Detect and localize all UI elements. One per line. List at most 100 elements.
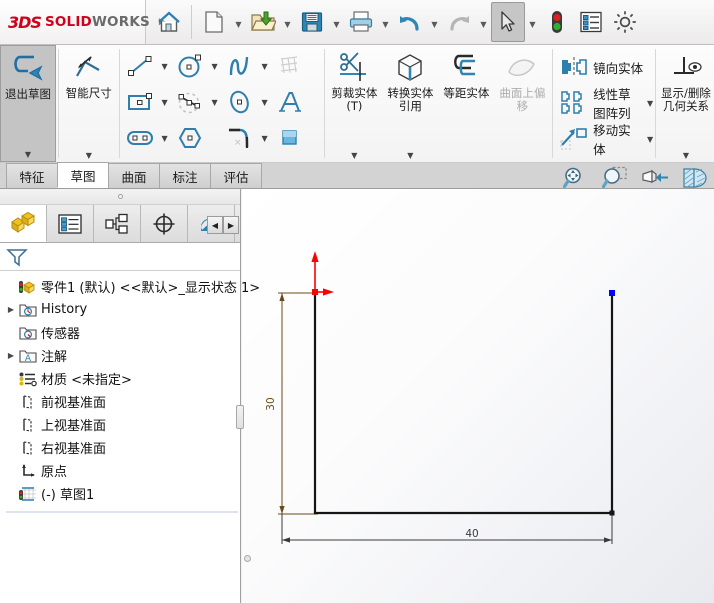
plane-button[interactable] — [272, 121, 308, 155]
panel-drag-handle[interactable] — [0, 189, 240, 205]
tree-expander[interactable]: ▶ — [4, 305, 18, 314]
slot-dropdown[interactable]: ▼ — [158, 134, 172, 143]
tree-item-sketch1[interactable]: (-) 草图1 — [4, 482, 240, 505]
print-dropdown[interactable]: ▼ — [378, 2, 393, 42]
entity-row — [272, 120, 322, 156]
select-dropdown[interactable]: ▼ — [525, 2, 540, 42]
slot-button[interactable] — [122, 121, 158, 155]
print-button[interactable] — [344, 2, 378, 42]
rectangle-button[interactable] — [122, 85, 158, 119]
manager-tab-next-button[interactable]: ▶ — [223, 216, 239, 234]
settings-gear-icon — [612, 9, 638, 35]
fillet-dropdown[interactable]: ▼ — [258, 134, 272, 143]
ellipse-button[interactable] — [222, 85, 258, 119]
redo-dropdown[interactable]: ▼ — [476, 2, 491, 42]
rebuild-button[interactable] — [540, 2, 574, 42]
convert-entities-label: 转换实体引用 — [387, 86, 434, 113]
tree-item-history[interactable]: ▶ History — [4, 298, 240, 321]
tree-item-material[interactable]: 材质 <未指定> — [4, 367, 240, 390]
circle-button[interactable] — [172, 49, 208, 83]
exit-sketch-button[interactable]: 退出草图 ▼ — [0, 45, 56, 162]
mirror-entities-icon — [559, 55, 589, 79]
open-file-button[interactable] — [246, 2, 280, 42]
panel-splitter-handle[interactable] — [236, 405, 244, 429]
move-entities-icon — [559, 127, 589, 151]
mirror-entities-button[interactable]: 镜向实体 — [555, 49, 653, 85]
arc-dropdown[interactable]: ▼ — [208, 98, 222, 107]
move-entities-dropdown[interactable]: ▼ — [647, 135, 653, 144]
tab-features[interactable]: 特征 — [6, 163, 58, 188]
select-button[interactable] — [491, 2, 525, 42]
rectangle-dropdown[interactable]: ▼ — [158, 98, 172, 107]
graphics-area[interactable]: 30 40 — [242, 189, 714, 603]
convert-entities-button[interactable]: 转换实体引用 ▼ — [382, 45, 438, 162]
configuration-manager-icon — [104, 213, 130, 235]
tree-item-annotations[interactable]: ▶ A 注解 — [4, 344, 240, 367]
offset-on-surface-label: 曲面上偏移 — [499, 86, 546, 113]
feature-manager-tab[interactable] — [0, 205, 47, 242]
spline-button[interactable] — [222, 49, 258, 83]
tab-evaluate[interactable]: 评估 — [210, 163, 262, 188]
dimxpert-manager-tab[interactable] — [141, 205, 188, 242]
sketch-canvas[interactable]: 30 40 — [242, 189, 714, 603]
open-file-dropdown[interactable]: ▼ — [280, 2, 295, 42]
tab-markup[interactable]: 标注 — [159, 163, 211, 188]
tree-item-right-plane[interactable]: 右视基准面 — [4, 436, 240, 459]
move-entities-button[interactable]: 移动实体 ▼ — [555, 121, 653, 157]
tree-item-top-plane[interactable]: 上视基准面 — [4, 413, 240, 436]
smart-dimension-dropdown[interactable]: ▼ — [61, 151, 117, 160]
offset-on-surface-icon — [504, 49, 540, 87]
tree-filter-bar[interactable] — [0, 243, 240, 271]
tab-surfaces[interactable]: 曲面 — [108, 163, 160, 188]
trim-entities-icon — [336, 49, 372, 87]
convert-entities-dropdown[interactable]: ▼ — [382, 151, 438, 160]
entity-row: ▼ — [172, 84, 222, 120]
annotation-icon: A — [18, 348, 38, 364]
linear-sketch-pattern-dropdown[interactable]: ▼ — [647, 99, 653, 108]
tree-item-sensors[interactable]: 传感器 — [4, 321, 240, 344]
undo-dropdown[interactable]: ▼ — [427, 2, 442, 42]
tree-expander[interactable]: ▶ — [4, 351, 18, 360]
offset-on-surface-button[interactable]: 曲面上偏移 — [494, 45, 550, 162]
home-button[interactable] — [152, 2, 186, 42]
grid-surface-button[interactable] — [272, 49, 308, 83]
ellipse-icon — [226, 89, 254, 115]
undo-button[interactable] — [393, 2, 427, 42]
save-button[interactable] — [295, 2, 329, 42]
arc-button[interactable] — [172, 85, 208, 119]
text-button[interactable] — [272, 85, 308, 119]
trim-entities-dropdown[interactable]: ▼ — [326, 151, 382, 160]
text-icon — [277, 90, 303, 114]
linear-sketch-pattern-button[interactable]: 线性草图阵列 ▼ — [555, 85, 653, 121]
tab-sketch[interactable]: 草图 — [57, 162, 109, 188]
fillet-icon: × — [226, 126, 254, 150]
spline-dropdown[interactable]: ▼ — [258, 62, 272, 71]
circle-dropdown[interactable]: ▼ — [208, 62, 222, 71]
display-delete-relations-button[interactable]: 显示/删除几何关系 ▼ — [658, 45, 714, 162]
exit-sketch-dropdown[interactable]: ▼ — [1, 150, 55, 159]
ellipse-dropdown[interactable]: ▼ — [258, 98, 272, 107]
save-dropdown[interactable]: ▼ — [329, 2, 344, 42]
line-button[interactable] — [122, 49, 158, 83]
tab-features-label: 特征 — [19, 169, 45, 185]
tree-item-origin[interactable]: 原点 — [4, 459, 240, 482]
solidworks-logo[interactable]: 3DS SOLID WORKS ▶ — [0, 0, 166, 44]
redo-button[interactable] — [442, 2, 476, 42]
linear-sketch-pattern-icon — [559, 90, 589, 116]
property-manager-tab[interactable] — [47, 205, 94, 242]
line-dropdown[interactable]: ▼ — [158, 62, 172, 71]
offset-entities-button[interactable]: 等距实体 — [438, 45, 494, 162]
manager-tab-prev-button[interactable]: ◀ — [207, 216, 223, 234]
display-delete-relations-dropdown[interactable]: ▼ — [658, 151, 714, 160]
polygon-button[interactable] — [172, 121, 208, 155]
tree-item-part[interactable]: 零件1 (默认) <<默认>_显示状态 1> — [4, 275, 260, 298]
fillet-button[interactable]: × — [222, 121, 258, 155]
settings-button[interactable] — [608, 2, 642, 42]
smart-dimension-button[interactable]: 智能尺寸 ▼ — [61, 45, 117, 162]
new-document-button[interactable] — [197, 2, 231, 42]
new-document-dropdown[interactable]: ▼ — [231, 2, 246, 42]
configuration-manager-tab[interactable] — [94, 205, 141, 242]
options-list-button[interactable] — [574, 2, 608, 42]
tree-item-front-plane[interactable]: 前视基准面 — [4, 390, 240, 413]
trim-entities-button[interactable]: 剪裁实体(T) ▼ — [326, 45, 382, 162]
